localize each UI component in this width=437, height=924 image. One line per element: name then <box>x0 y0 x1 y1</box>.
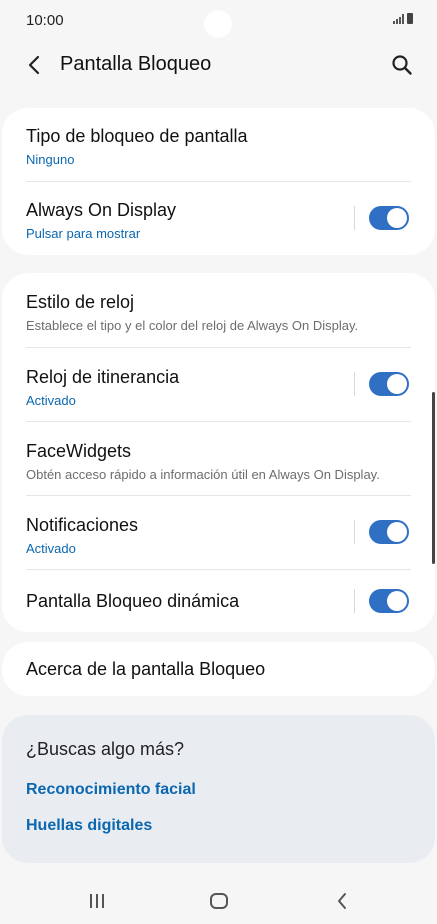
clock-style-desc: Establece el tipo y el color del reloj d… <box>26 318 359 333</box>
clock-style-title: Estilo de reloj <box>26 292 135 312</box>
facewidgets-desc: Obtén acceso rápido a información útil e… <box>26 467 380 482</box>
notifications-row[interactable]: Notificaciones Activado <box>2 496 435 570</box>
status-time: 10:00 <box>26 12 64 29</box>
about-card: Acerca de la pantalla Bloqueo <box>2 642 435 696</box>
aod-settings-card: Estilo de reloj Establece el tipo y el c… <box>2 273 435 632</box>
back-icon <box>338 893 346 909</box>
search-icon <box>392 55 412 75</box>
notifications-toggle[interactable] <box>369 520 409 544</box>
lock-settings-card: Tipo de bloqueo de pantalla Ninguno Alwa… <box>2 108 435 255</box>
vertical-separator <box>354 206 355 230</box>
aod-toggle[interactable] <box>369 206 409 230</box>
lock-type-value: Ninguno <box>26 152 75 167</box>
vertical-separator <box>354 372 355 396</box>
search-button[interactable] <box>387 50 417 80</box>
camera-cutout <box>204 10 232 38</box>
recents-icon <box>90 894 104 908</box>
recents-button[interactable] <box>77 888 117 914</box>
battery-icon <box>407 13 413 24</box>
roaming-clock-value: Activado <box>26 393 76 408</box>
clock-style-row[interactable]: Estilo de reloj Establece el tipo y el c… <box>2 273 435 348</box>
app-bar: Pantalla Bloqueo <box>0 42 437 88</box>
signal-icon <box>393 14 404 24</box>
vertical-separator <box>354 520 355 544</box>
notifications-value: Activado <box>26 541 76 556</box>
roaming-clock-row[interactable]: Reloj de itinerancia Activado <box>2 348 435 422</box>
dynamic-lock-row[interactable]: Pantalla Bloqueo dinámica <box>2 570 435 632</box>
face-recognition-link[interactable]: Reconocimiento facial <box>26 781 196 799</box>
status-bar: 10:00 <box>0 0 437 42</box>
chevron-left-icon <box>28 55 40 75</box>
scrollbar[interactable] <box>432 392 435 564</box>
page-title: Pantalla Bloqueo <box>60 53 212 75</box>
nav-back-button[interactable] <box>322 888 362 914</box>
status-icons <box>393 13 413 24</box>
facewidgets-title: FaceWidgets <box>26 441 132 461</box>
looking-for-more-title: ¿Buscas algo más? <box>26 739 185 759</box>
fingerprints-link[interactable]: Huellas digitales <box>26 817 152 835</box>
vertical-separator <box>354 589 355 613</box>
navigation-bar <box>0 876 437 924</box>
about-row[interactable]: Acerca de la pantalla Bloqueo <box>2 642 435 696</box>
aod-row[interactable]: Always On Display Pulsar para mostrar <box>2 182 435 255</box>
back-button[interactable] <box>20 50 48 80</box>
dynamic-lock-toggle[interactable] <box>369 589 409 613</box>
about-title: Acerca de la pantalla Bloqueo <box>26 659 266 679</box>
looking-for-more-card: ¿Buscas algo más? Reconocimiento facial … <box>2 715 435 863</box>
facewidgets-row[interactable]: FaceWidgets Obtén acceso rápido a inform… <box>2 422 435 496</box>
lock-type-row[interactable]: Tipo de bloqueo de pantalla Ninguno <box>2 108 435 182</box>
home-button[interactable] <box>199 888 239 914</box>
lock-type-title: Tipo de bloqueo de pantalla <box>26 126 248 146</box>
home-icon <box>210 893 228 909</box>
roaming-clock-toggle[interactable] <box>369 372 409 396</box>
